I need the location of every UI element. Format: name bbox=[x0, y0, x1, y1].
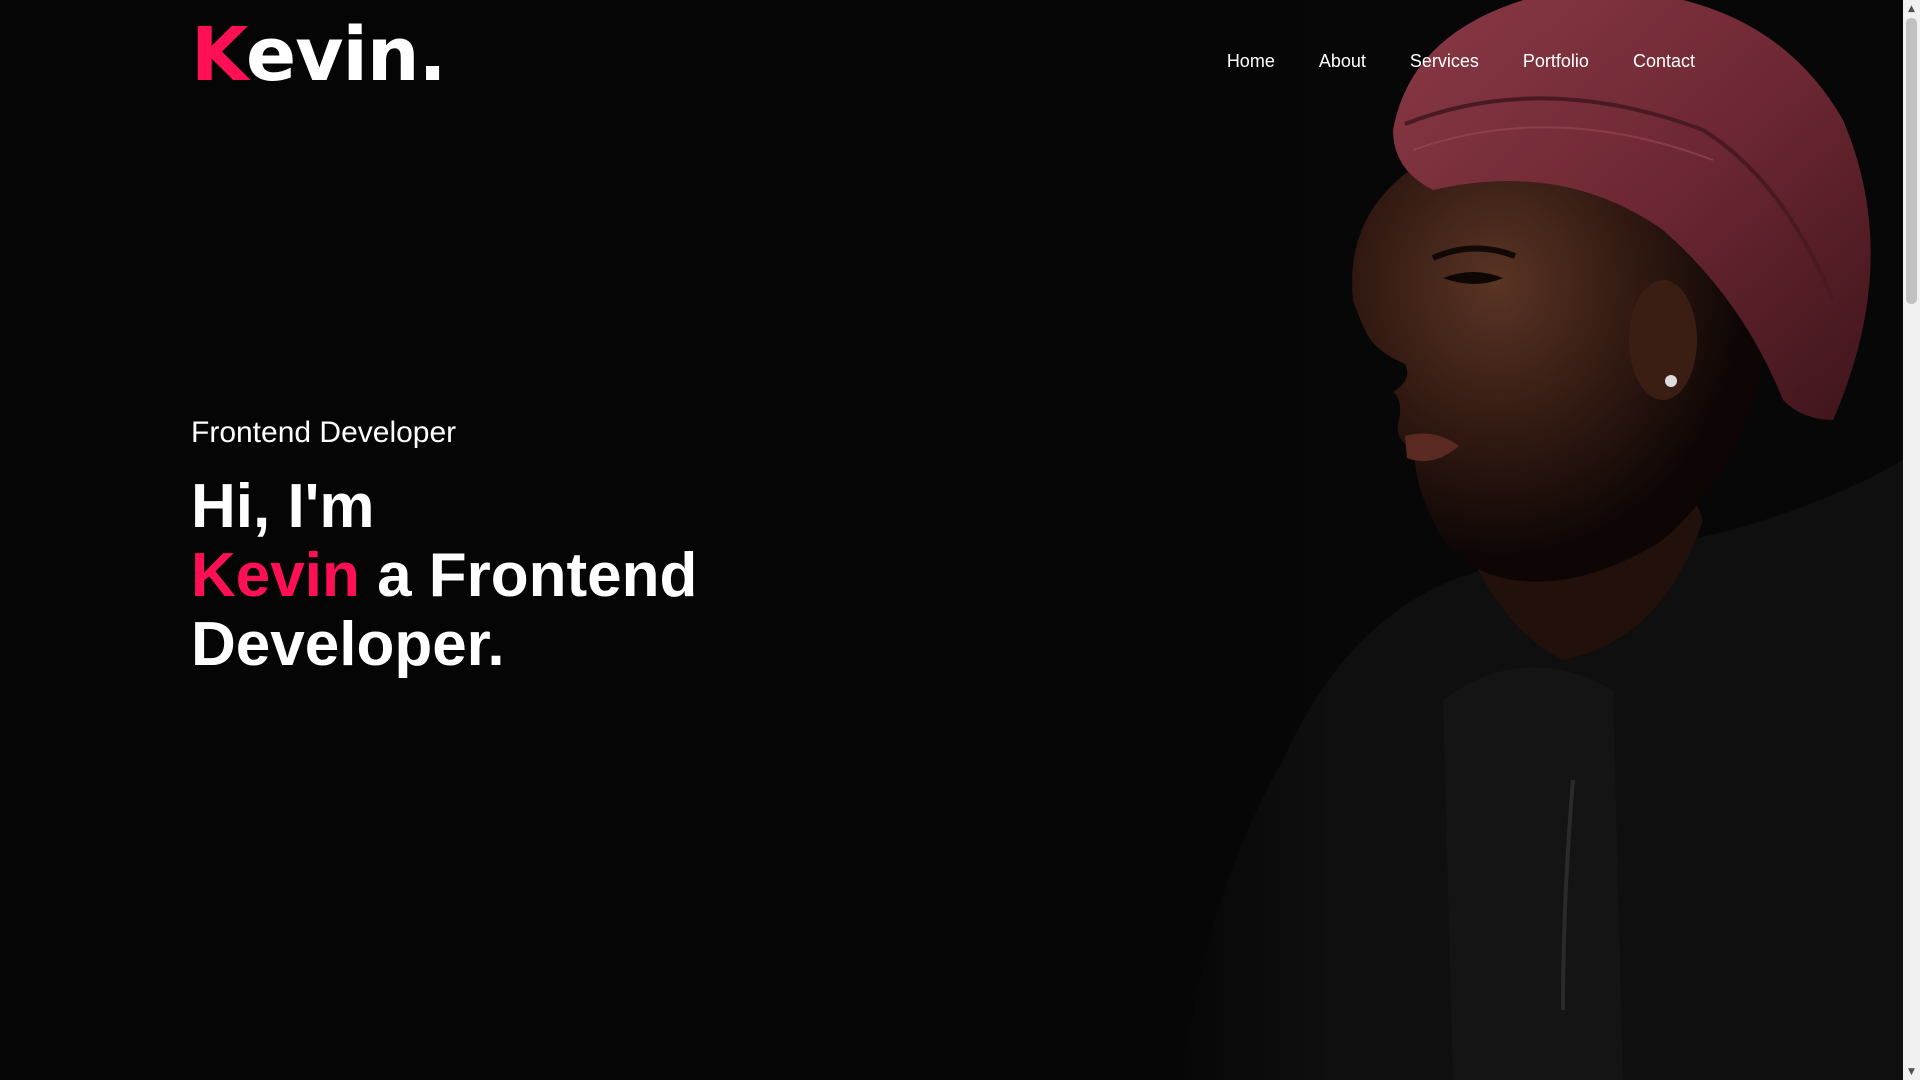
main-nav: Home About Services Portfolio Contact bbox=[1227, 51, 1695, 72]
logo-initial: K bbox=[191, 12, 247, 98]
chevron-down-icon[interactable]: ▼ bbox=[1903, 1063, 1920, 1080]
scrollbar-thumb[interactable] bbox=[1906, 18, 1917, 304]
headline-line1: Hi, I'm bbox=[191, 472, 375, 541]
nav-home[interactable]: Home bbox=[1227, 51, 1275, 72]
logo-text: evin bbox=[246, 12, 419, 98]
hero-headline: Hi, I'm Kevin a Frontend Developer. bbox=[191, 472, 697, 679]
headline-line2: a Frontend bbox=[359, 541, 698, 610]
nav-about[interactable]: About bbox=[1319, 51, 1366, 72]
headline-line3: Developer. bbox=[191, 610, 505, 679]
site-logo[interactable]: Kevin. bbox=[191, 18, 447, 92]
nav-contact[interactable]: Contact bbox=[1633, 51, 1695, 72]
headline-name: Kevin bbox=[191, 541, 360, 610]
logo-dot: . bbox=[418, 12, 447, 98]
page: Kevin. Home About Services Portfolio Con… bbox=[0, 0, 1903, 1080]
hero-portrait-image bbox=[1143, 0, 1903, 1080]
chevron-up-icon[interactable]: ▲ bbox=[1903, 0, 1920, 17]
hero-subtitle: Frontend Developer bbox=[191, 416, 457, 449]
nav-services[interactable]: Services bbox=[1410, 51, 1479, 72]
hero-text: Frontend Developer Hi, I'm Kevin a Front… bbox=[191, 416, 697, 679]
vertical-scrollbar[interactable]: ▲ ▼ bbox=[1903, 0, 1920, 1080]
nav-portfolio[interactable]: Portfolio bbox=[1523, 51, 1589, 72]
